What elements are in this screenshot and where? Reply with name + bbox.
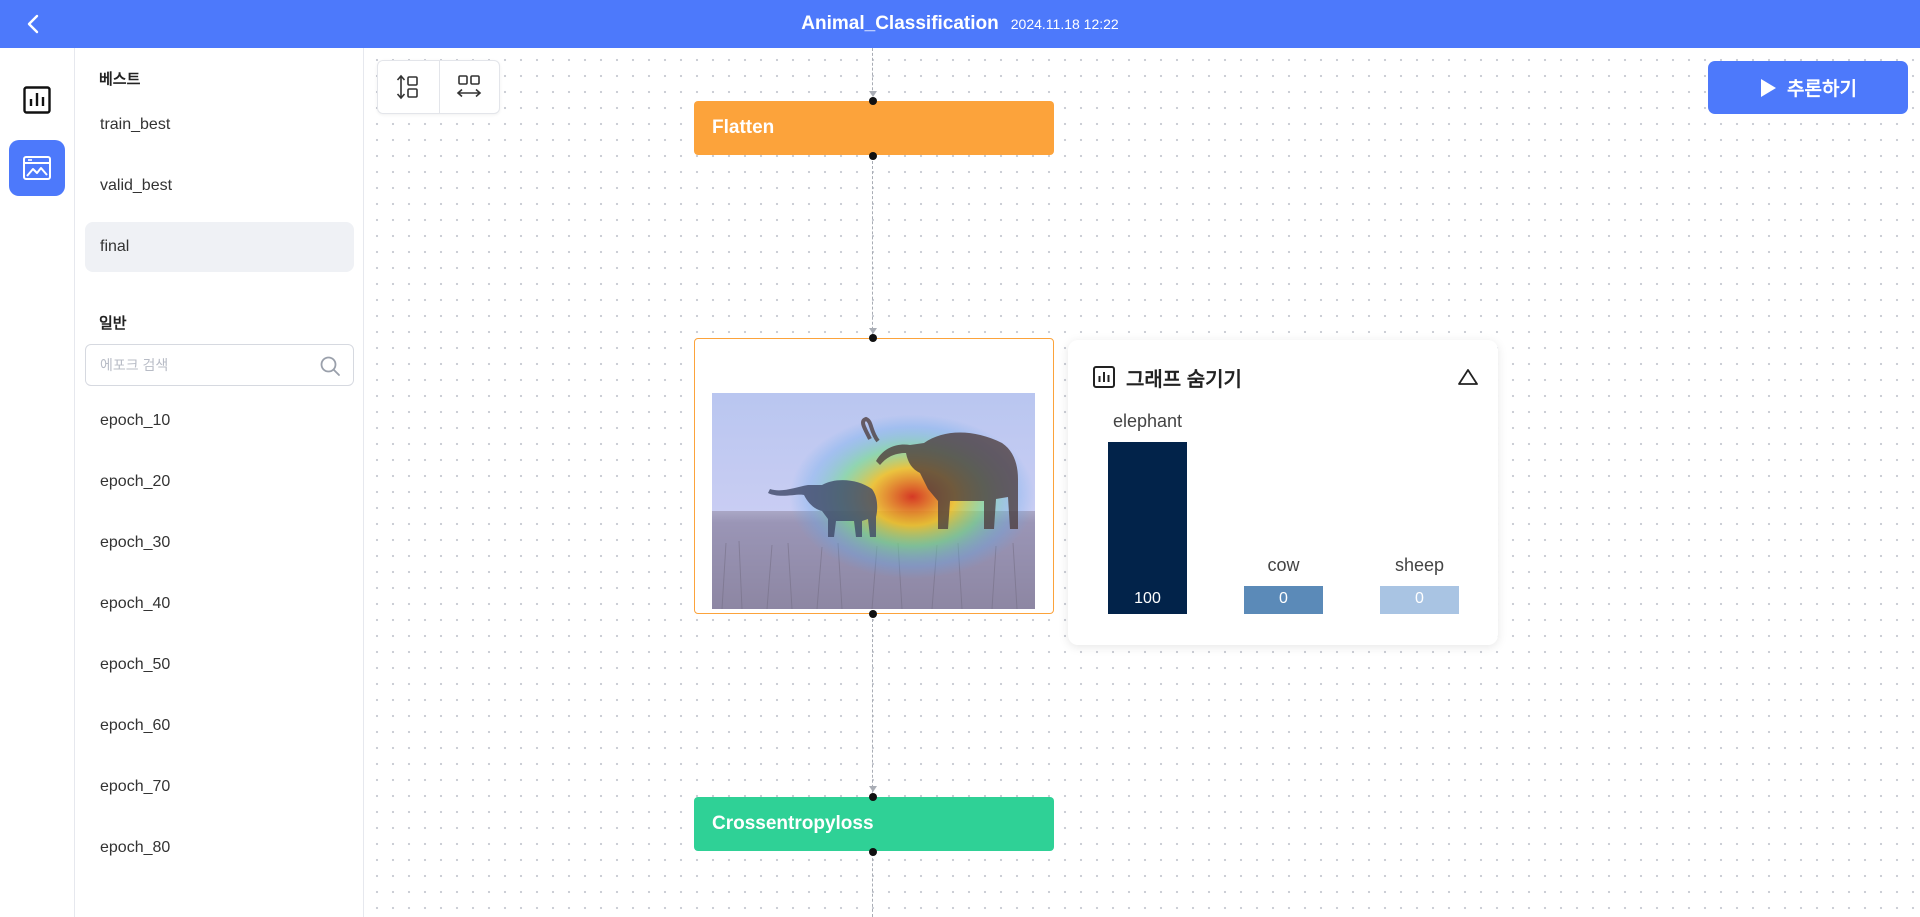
loss-output-port[interactable] — [869, 848, 877, 856]
horizontal-layout-button[interactable] — [438, 61, 500, 113]
best-item-valid-best[interactable]: valid_best — [85, 161, 354, 211]
best-section-title: 베스트 — [99, 71, 141, 88]
epoch-item[interactable]: epoch_60 — [85, 701, 354, 751]
epoch-item[interactable]: epoch_50 — [85, 640, 354, 690]
vertical-layout-button[interactable] — [378, 61, 439, 113]
category-label: sheep — [1394, 555, 1445, 575]
bar-value-label: 0 — [1415, 590, 1424, 607]
best-item-final[interactable]: final — [85, 222, 354, 272]
gradcam-heatmap-image — [712, 393, 1035, 609]
layout-toolbar — [377, 60, 500, 114]
icon-rail — [0, 48, 75, 917]
epoch-item[interactable]: epoch_70 — [85, 762, 354, 812]
rail-chart-button[interactable] — [9, 72, 65, 128]
bar-chart-icon — [23, 86, 51, 114]
epoch-item[interactable]: epoch_20 — [85, 457, 354, 507]
rail-image-button[interactable] — [9, 140, 65, 196]
search-icon[interactable] — [319, 355, 341, 377]
bar-elephant: 100 — [1108, 442, 1187, 614]
category-label: elephant — [1112, 411, 1183, 431]
flatten-node[interactable]: Flatten — [694, 101, 1054, 155]
bar-cow: 0 — [1244, 586, 1323, 614]
bar-value-label: 0 — [1279, 590, 1288, 607]
run-inference-label: 추론하기 — [1787, 79, 1857, 100]
epoch-item[interactable]: epoch_10 — [85, 396, 354, 446]
category-label: cow — [1267, 555, 1300, 575]
vertical-layout-icon — [397, 74, 419, 100]
epoch-item[interactable]: epoch_40 — [85, 579, 354, 629]
linear-node[interactable]: Linear — [694, 338, 1054, 614]
crossentropyloss-node-title: Crossentropyloss — [694, 797, 1054, 851]
bar-value-label: 100 — [1134, 590, 1161, 607]
header-title-group: Animal_Classification 2024.11.18 12:22 — [0, 0, 1920, 48]
flatten-node-title: Flatten — [694, 101, 1054, 155]
flatten-output-port[interactable] — [869, 152, 877, 160]
best-item-train-best[interactable]: train_best — [85, 100, 354, 150]
horizontal-layout-icon — [457, 75, 482, 98]
image-gallery-icon — [23, 156, 51, 180]
model-graph-canvas[interactable]: 추론하기 Flatten Linear Crossentropyloss 그래프… — [365, 48, 1920, 917]
app-header: Animal_Classification 2024.11.18 12:22 — [0, 0, 1920, 48]
project-date: 2024.11.18 12:22 — [1010, 16, 1119, 32]
epoch-item[interactable]: epoch_80 — [85, 823, 354, 873]
prediction-graph-panel: 그래프 숨기기 100 elephant 0 cow 0 sheep — [1068, 340, 1498, 645]
epoch-sidebar: 베스트 train_best valid_best final 일반 epoch… — [75, 48, 364, 917]
play-icon — [1761, 78, 1777, 97]
bar-sheep: 0 — [1380, 586, 1459, 614]
prediction-bar-chart: 100 elephant 0 cow 0 sheep — [1068, 340, 1498, 645]
project-title: Animal_Classification — [801, 13, 999, 34]
edge-line — [872, 848, 873, 917]
run-inference-button[interactable]: 추론하기 — [1708, 61, 1908, 114]
epoch-item[interactable]: epoch_30 — [85, 518, 354, 568]
epoch-search-input[interactable] — [100, 345, 310, 385]
linear-input-port[interactable] — [869, 334, 877, 342]
flatten-input-port[interactable] — [869, 97, 877, 105]
general-section-title: 일반 — [99, 315, 127, 332]
crossentropyloss-node[interactable]: Crossentropyloss — [694, 797, 1054, 851]
epoch-search-box — [85, 344, 354, 386]
linear-output-port[interactable] — [869, 610, 877, 618]
edge-arrow — [869, 786, 877, 792]
loss-input-port[interactable] — [869, 793, 877, 801]
linear-node-title: Linear — [713, 355, 771, 376]
